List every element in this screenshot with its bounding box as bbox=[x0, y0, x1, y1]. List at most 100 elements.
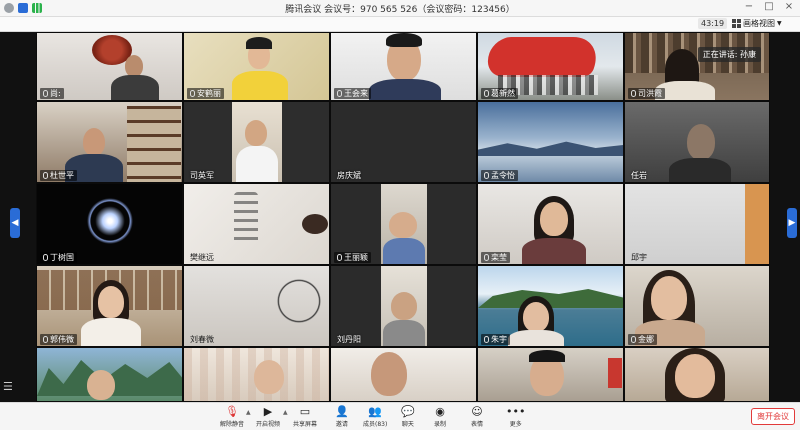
video-tile[interactable]: 安鹤丽 bbox=[183, 32, 330, 101]
participant-name: 孟令怡 bbox=[481, 170, 518, 181]
participant-name: 栾莹 bbox=[481, 252, 510, 263]
hair bbox=[246, 37, 272, 49]
participant-name: 尚: bbox=[40, 88, 64, 99]
view-label: 画格视图 bbox=[743, 19, 775, 28]
prev-page-button[interactable]: ◀ bbox=[10, 208, 20, 238]
participant-name: 司英军 bbox=[190, 171, 214, 180]
members-button[interactable]: 👥 成员(83) bbox=[363, 405, 387, 428]
mic-icon bbox=[484, 254, 489, 261]
close-button[interactable]: × bbox=[782, 1, 796, 12]
participant-name: 邱宇 bbox=[631, 253, 647, 262]
window-title: 腾讯会议 会议号：970 565 526（会议密码：123456） bbox=[285, 5, 515, 15]
video-tile[interactable]: 邱宇 bbox=[624, 183, 770, 265]
reactions-button[interactable]: ☺ 表情 bbox=[471, 405, 483, 428]
video-tile[interactable] bbox=[330, 347, 477, 402]
video-tile[interactable]: 刘丹阳 bbox=[330, 265, 477, 347]
camera-off-icon: ▶ bbox=[263, 405, 273, 418]
calligraphy bbox=[234, 192, 258, 246]
unmute-button[interactable]: 🎙 解除静音 bbox=[220, 405, 244, 428]
mic-icon bbox=[484, 90, 489, 97]
title-bar: 腾讯会议 会议号：970 565 526（会议密码：123456） − □ × bbox=[0, 0, 800, 17]
leave-meeting-button[interactable]: 离开会议 bbox=[751, 408, 795, 425]
view-switch-button[interactable]: 画格视图 ▼ bbox=[732, 18, 782, 29]
next-page-button[interactable]: ▶ bbox=[787, 208, 797, 238]
video-tile[interactable]: 朱宇 bbox=[477, 265, 624, 347]
mic-icon bbox=[43, 336, 48, 343]
video-tile[interactable]: 司英军 bbox=[183, 101, 330, 183]
screen-share-icon: ▭ bbox=[299, 405, 311, 418]
video-tile[interactable]: 栾莹 bbox=[477, 183, 624, 265]
start-video-button[interactable]: ▶ 开启视频 bbox=[256, 405, 280, 428]
teapot bbox=[302, 214, 328, 234]
video-tile[interactable]: 丁树国 bbox=[36, 183, 183, 265]
video-tile[interactable] bbox=[183, 347, 330, 402]
video-tile[interactable]: 葛新然 bbox=[477, 32, 624, 101]
participant-name: 安鹤丽 bbox=[187, 88, 224, 99]
more-button[interactable]: ••• 更多 bbox=[506, 405, 525, 428]
participant-name: 丁树国 bbox=[40, 252, 77, 263]
participant-name: 任岩 bbox=[631, 171, 647, 180]
share-screen-button[interactable]: ▭ 共享屏幕 bbox=[293, 405, 317, 428]
meeting-timer: 43:19 bbox=[698, 18, 728, 29]
video-tile[interactable]: 刘春微 bbox=[183, 265, 330, 347]
participant-name: 金娜 bbox=[628, 334, 657, 345]
video-tile[interactable]: 王会来 bbox=[330, 32, 477, 101]
unmute-options-caret[interactable]: ▲ bbox=[246, 409, 251, 416]
maximize-button[interactable]: □ bbox=[762, 1, 776, 12]
meeting-toolbar: 🎙 解除静音 ▲ ▶ 开启视频 ▲ ▭ 共享屏幕 👤 邀请 👥 成员(83) 💬… bbox=[0, 402, 800, 430]
portrait-inset bbox=[381, 266, 427, 346]
more-dots-icon: ••• bbox=[506, 405, 526, 418]
video-options-caret[interactable]: ▲ bbox=[283, 409, 288, 416]
mountain-ridge bbox=[478, 141, 623, 156]
portrait-inset bbox=[381, 184, 427, 264]
speaking-indicator: 正在讲话: 孙康 bbox=[697, 47, 761, 62]
video-tile[interactable]: 金娜 bbox=[624, 265, 770, 347]
video-tile[interactable]: 郭伟微 bbox=[36, 265, 183, 347]
mic-icon bbox=[190, 90, 195, 97]
mic-icon bbox=[337, 90, 342, 97]
video-tile[interactable] bbox=[36, 347, 183, 402]
hair bbox=[529, 350, 565, 362]
video-tile[interactable]: 孟令怡 bbox=[477, 101, 624, 183]
light-ring bbox=[83, 194, 137, 248]
list-menu-icon[interactable]: ☰ bbox=[3, 380, 13, 393]
participant-name: 王会来 bbox=[334, 88, 371, 99]
chevron-right-icon: ▶ bbox=[788, 218, 796, 228]
chevron-left-icon: ◀ bbox=[11, 218, 19, 228]
record-button[interactable]: ◉ 录制 bbox=[434, 405, 446, 428]
door bbox=[745, 184, 769, 264]
video-tile[interactable]: 樊继远 bbox=[183, 183, 330, 265]
hair bbox=[386, 33, 422, 47]
mic-icon bbox=[484, 336, 489, 343]
bookshelf bbox=[127, 106, 181, 182]
invite-button[interactable]: 👤 邀请 bbox=[335, 405, 349, 428]
participant-name: 葛新然 bbox=[481, 88, 518, 99]
video-tile[interactable]: 任岩 bbox=[624, 101, 770, 183]
participant-name: 郭伟微 bbox=[40, 334, 77, 345]
smiley-icon: ☺ bbox=[471, 405, 483, 418]
record-icon: ◉ bbox=[435, 405, 445, 418]
status-row: 43:19 画格视图 ▼ bbox=[0, 17, 800, 32]
participant-name: 刘春微 bbox=[190, 335, 214, 344]
grid-view-icon bbox=[732, 19, 741, 28]
video-tile[interactable]: 杜世平 bbox=[36, 101, 183, 183]
participant-name: 樊继远 bbox=[190, 253, 214, 262]
participant-name: 司洪霞 bbox=[628, 88, 665, 99]
mic-icon bbox=[337, 254, 342, 261]
add-user-icon: 👤 bbox=[335, 405, 349, 418]
wall-decor bbox=[274, 276, 324, 326]
mic-icon bbox=[631, 90, 636, 97]
video-tile[interactable]: 正在讲话: 孙康 司洪霞 bbox=[624, 32, 770, 101]
video-tile[interactable]: 房庆斌 bbox=[330, 101, 477, 183]
video-tile[interactable]: 王丽颖 bbox=[330, 183, 477, 265]
video-tile[interactable] bbox=[477, 347, 624, 402]
mic-icon bbox=[43, 90, 48, 97]
mic-icon bbox=[631, 336, 636, 343]
mic-muted-icon: 🎙 bbox=[225, 405, 239, 418]
video-tile[interactable]: 尚: bbox=[36, 32, 183, 101]
minimize-button[interactable]: − bbox=[742, 1, 756, 12]
participant-name: 杜世平 bbox=[40, 170, 77, 181]
video-tile[interactable] bbox=[624, 347, 770, 402]
chevron-down-icon: ▼ bbox=[777, 20, 782, 27]
chat-button[interactable]: 💬 聊天 bbox=[401, 405, 415, 428]
